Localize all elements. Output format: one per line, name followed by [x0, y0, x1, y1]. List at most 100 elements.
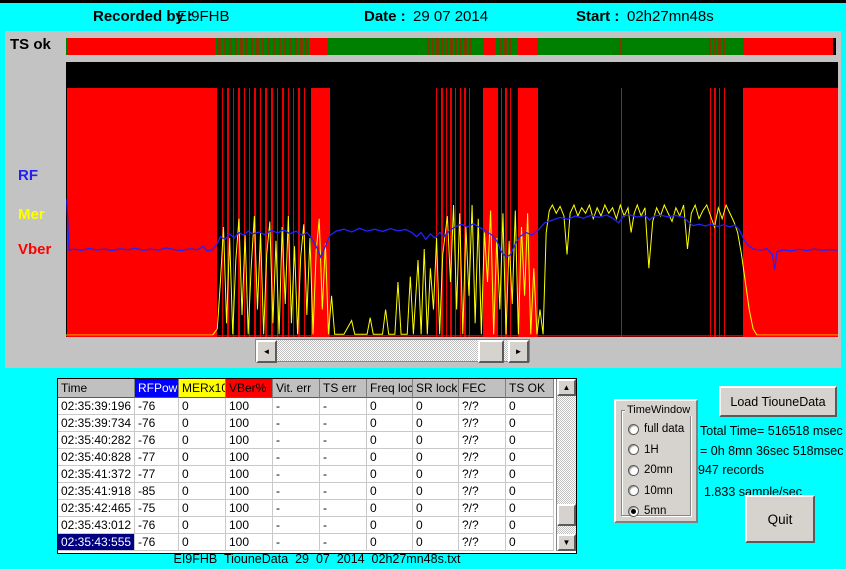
table-cell[interactable]: - [273, 517, 320, 534]
table-cell[interactable]: 0 [413, 398, 459, 415]
table-cell[interactable]: ?/? [459, 534, 506, 551]
table-row[interactable]: 02:35:40:282-760100--00?/?0 [58, 432, 555, 449]
table-cell[interactable]: - [320, 534, 367, 551]
table-cell[interactable]: 0 [367, 398, 413, 415]
load-tiounedata-button[interactable]: Load TiouneData [719, 386, 837, 417]
table-cell[interactable]: - [320, 517, 367, 534]
time-window-option-full-data[interactable]: full data [622, 419, 690, 440]
table-cell[interactable]: 0 [367, 415, 413, 432]
table-cell[interactable]: - [273, 432, 320, 449]
table-cell[interactable]: 02:35:40:828 [58, 449, 135, 466]
table-scrollbar[interactable]: ▲ ▼ [556, 379, 576, 551]
table-row[interactable]: 02:35:42:465-750100--00?/?0 [58, 500, 555, 517]
time-window-option-1H[interactable]: 1H [622, 440, 690, 461]
table-cell[interactable]: 100 [226, 517, 273, 534]
table-cell[interactable]: 0 [506, 466, 554, 483]
table-cell[interactable]: 0 [367, 483, 413, 500]
table-cell[interactable]: - [320, 398, 367, 415]
table-cell[interactable]: -76 [135, 517, 179, 534]
table-cell[interactable]: 02:35:43:012 [58, 517, 135, 534]
table-cell[interactable]: 0 [413, 534, 459, 551]
table-cell[interactable]: ?/? [459, 398, 506, 415]
table-cell[interactable]: 0 [367, 432, 413, 449]
table-cell[interactable]: 100 [226, 534, 273, 551]
table-cell[interactable]: ?/? [459, 517, 506, 534]
chart-scrollbar-thumb[interactable] [478, 340, 504, 363]
table-cell[interactable]: 0 [179, 449, 226, 466]
table-cell[interactable]: - [273, 449, 320, 466]
scroll-up-icon[interactable]: ▲ [557, 379, 576, 396]
table-cell[interactable]: -76 [135, 534, 179, 551]
table-cell[interactable]: 0 [506, 483, 554, 500]
time-window-option-20mn[interactable]: 20mn [622, 460, 690, 481]
time-window-option-10mn[interactable]: 10mn [622, 481, 690, 502]
table-cell[interactable]: 100 [226, 466, 273, 483]
table-cell[interactable]: ?/? [459, 483, 506, 500]
table-cell[interactable]: 0 [506, 517, 554, 534]
table-row[interactable]: 02:35:41:372-770100--00?/?0 [58, 466, 555, 483]
radio-icon[interactable] [628, 465, 639, 476]
table-cell[interactable]: - [320, 432, 367, 449]
table-cell[interactable]: 0 [179, 483, 226, 500]
table-cell[interactable]: - [273, 534, 320, 551]
table-cell[interactable]: ?/? [459, 500, 506, 517]
table-cell[interactable]: -77 [135, 449, 179, 466]
scroll-right-icon[interactable]: ► [508, 340, 529, 363]
table-row[interactable]: 02:35:41:918-850100--00?/?0 [58, 483, 555, 500]
scroll-down-icon[interactable]: ▼ [557, 534, 576, 551]
radio-icon[interactable] [628, 424, 639, 435]
table-cell[interactable]: 0 [413, 517, 459, 534]
table-cell[interactable]: 0 [413, 466, 459, 483]
table-cell[interactable]: - [273, 466, 320, 483]
table-cell[interactable]: 0 [506, 534, 554, 551]
table-cell[interactable]: ?/? [459, 432, 506, 449]
table-cell[interactable]: 0 [179, 534, 226, 551]
radio-icon[interactable] [628, 485, 639, 496]
table-cell[interactable]: 0 [179, 432, 226, 449]
table-cell[interactable]: 0 [413, 432, 459, 449]
radio-icon[interactable] [628, 444, 639, 455]
table-cell[interactable]: 100 [226, 432, 273, 449]
time-window-option-5mn[interactable]: 5mn [622, 501, 690, 522]
table-cell[interactable]: 02:35:39:196 [58, 398, 135, 415]
table-cell[interactable]: - [273, 415, 320, 432]
table-scrollbar-thumb[interactable] [557, 504, 576, 526]
table-cell[interactable]: 100 [226, 398, 273, 415]
table-cell[interactable]: 0 [506, 432, 554, 449]
table-row[interactable]: 02:35:39:196-760100--00?/?0 [58, 398, 555, 415]
table-cell[interactable]: ?/? [459, 466, 506, 483]
table-cell[interactable]: - [273, 483, 320, 500]
table-cell[interactable]: 100 [226, 415, 273, 432]
table-cell[interactable]: 0 [506, 449, 554, 466]
table-cell[interactable]: - [273, 398, 320, 415]
table-cell[interactable]: -76 [135, 398, 179, 415]
table-cell[interactable]: 0 [179, 398, 226, 415]
table-cell[interactable]: 0 [367, 534, 413, 551]
table-row[interactable]: 02:35:40:828-770100--00?/?0 [58, 449, 555, 466]
table-cell[interactable]: 02:35:43:555 [58, 534, 135, 551]
table-cell[interactable]: 0 [413, 415, 459, 432]
table-cell[interactable]: 100 [226, 500, 273, 517]
table-cell[interactable]: 0 [413, 483, 459, 500]
table-row[interactable]: 02:35:43:012-760100--00?/?0 [58, 517, 555, 534]
table-cell[interactable]: - [320, 483, 367, 500]
table-cell[interactable]: 0 [179, 415, 226, 432]
table-cell[interactable]: - [273, 500, 320, 517]
table-cell[interactable]: 0 [506, 500, 554, 517]
table-cell[interactable]: -85 [135, 483, 179, 500]
table-cell[interactable]: 0 [367, 500, 413, 517]
table-cell[interactable]: 02:35:42:465 [58, 500, 135, 517]
radio-icon[interactable] [628, 506, 639, 517]
scroll-left-icon[interactable]: ◄ [256, 340, 277, 363]
table-cell[interactable]: -75 [135, 500, 179, 517]
table-cell[interactable]: 0 [367, 449, 413, 466]
table-cell[interactable]: - [320, 466, 367, 483]
table-row[interactable]: 02:35:43:555-760100--00?/?0 [58, 534, 555, 551]
table-cell[interactable]: 0 [367, 466, 413, 483]
quit-button[interactable]: Quit [745, 495, 815, 543]
table-cell[interactable]: 02:35:40:282 [58, 432, 135, 449]
table-cell[interactable]: 02:35:39:734 [58, 415, 135, 432]
table-cell[interactable]: - [320, 415, 367, 432]
table-cell[interactable]: 0 [179, 466, 226, 483]
table-cell[interactable]: 100 [226, 483, 273, 500]
